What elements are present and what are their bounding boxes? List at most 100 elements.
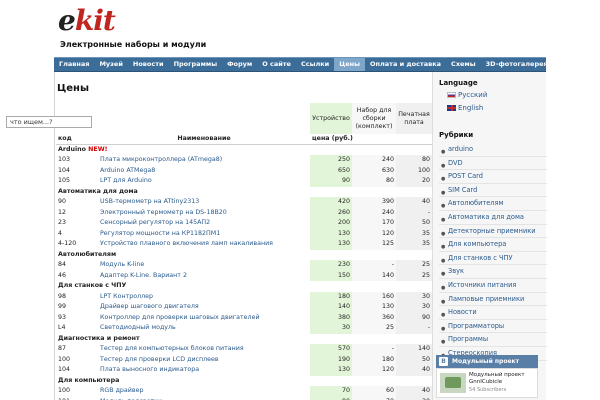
table-row: 23 Сенсорный регулятор на 145АП2 200 170 50	[56, 218, 432, 229]
main-content: Цены Устройство Набор для сборки (компле…	[54, 72, 432, 400]
price-pcb: 20	[396, 396, 432, 400]
category-row: Для компьютера	[56, 375, 432, 386]
item-name-link[interactable]: Тестер для компьютерных блоков питания	[98, 344, 310, 355]
price-kit: 130	[352, 302, 396, 313]
rubric-list: ● arduino ● DVD ● POST Card ● SIM Card ● Автолюби…	[439, 143, 547, 361]
price-pcb: 30	[396, 291, 432, 302]
item-name-link[interactable]: Модуль K-line	[98, 260, 310, 271]
rubric-link[interactable]: ● Звук	[439, 265, 547, 279]
site-tagline: Электронные наборы и модули	[60, 40, 207, 49]
rubric-link[interactable]: ● Новости	[439, 306, 547, 320]
rubric-link[interactable]: ● POST Card	[439, 170, 547, 184]
rubric-link[interactable]: ● Программы	[439, 333, 547, 347]
table-row: 87 Тестер для компьютерных блоков питания…	[56, 344, 432, 355]
nav-item-0[interactable]: Главная	[54, 58, 94, 71]
rubric-link[interactable]: ● Программаторы	[439, 320, 547, 334]
lang-en-link[interactable]: English	[447, 104, 483, 112]
rubric-label: Источники питания	[448, 280, 517, 289]
site-logo[interactable]: ekit	[58, 4, 116, 37]
vk-group-title[interactable]: Модульный проект GnnICubicle	[469, 372, 537, 386]
rubric-link[interactable]: ● Для компьютера	[439, 238, 547, 252]
price-kit: 25	[352, 323, 396, 334]
price-device: 30	[310, 323, 352, 334]
item-name-link[interactable]: Arduino ATMega8	[98, 166, 310, 177]
price-device: 200	[310, 218, 352, 229]
table-row: 104 Arduino ATMega8 650 630 100	[56, 165, 432, 177]
item-name-link[interactable]: Светодиодный модуль	[98, 323, 310, 334]
item-code: 100	[58, 387, 71, 395]
item-name-link[interactable]: Плата микроконтроллера (ATmega8)	[98, 155, 310, 166]
lang-ru-label: Русский	[458, 91, 488, 99]
item-name-link[interactable]: Адаптер K-Line. Вариант 2	[98, 271, 310, 282]
item-code: 90	[58, 198, 67, 206]
nav-item-1[interactable]: Музей	[94, 58, 127, 71]
item-name-link[interactable]: Тестер для проверки LCD дисплеев	[98, 355, 310, 366]
nav-item-6[interactable]: Ссылки	[296, 58, 334, 71]
item-code: 101	[56, 397, 98, 400]
col-pcb-header: Печатная плата	[396, 103, 432, 134]
item-name-link[interactable]: Плата выносного индикатора	[98, 365, 310, 376]
price-pcb: 30	[396, 302, 432, 313]
rubric-link[interactable]: ● Детекторные приемники	[439, 225, 547, 239]
item-name-link[interactable]: Сенсорный регулятор на 145АП2	[98, 218, 310, 229]
rubric-link[interactable]: ● arduino	[439, 143, 547, 157]
price-pcb: 90	[396, 312, 432, 323]
rubric-link[interactable]: ● Ламповые приемники	[439, 293, 547, 307]
rubric-link[interactable]: ● SIM Card	[439, 184, 547, 198]
language-heading: Language	[439, 79, 478, 87]
item-code: 99	[58, 303, 67, 311]
rubric-link[interactable]: ● Автоматика для дома	[439, 211, 547, 225]
rubric-link[interactable]: ● DVD	[439, 157, 547, 171]
logo-e: e	[58, 4, 76, 37]
price-device: 180	[310, 291, 352, 302]
lang-ru-link[interactable]: Русский	[447, 91, 487, 99]
col-price-header: цена (руб.)	[310, 134, 432, 145]
price-device: 420	[310, 197, 352, 208]
price-pcb: 35	[396, 228, 432, 239]
table-row: 104 Плата выносного индикатора 130 120 40	[56, 365, 432, 376]
price-kit: 60	[352, 386, 396, 397]
table-row: 103 Плата микроконтроллера (ATmega8) 250 24…	[56, 155, 432, 166]
vk-widget[interactable]: В Модульный проект Gnn... Модульный прое…	[436, 355, 538, 400]
nav-item-9[interactable]: Схемы	[446, 58, 481, 71]
rubric-link[interactable]: ● Источники питания	[439, 279, 547, 293]
item-name-link[interactable]: LPT для Arduino	[98, 176, 310, 187]
item-name-link[interactable]: Контроллер для проверки шаговых двигател…	[98, 313, 310, 324]
nav-item-8[interactable]: Оплата и доставка	[365, 58, 446, 71]
nav-item-5[interactable]: О сайте	[257, 58, 296, 71]
english-flag-icon	[447, 105, 456, 111]
nav-item-4[interactable]: Форум	[222, 58, 257, 71]
price-table: Устройство Набор для сборки (комплект) П…	[56, 103, 432, 400]
table-row: 105 LPT для Arduino 90 80 20	[56, 176, 432, 187]
item-name-link[interactable]: Драйвер шагового двигателя	[98, 302, 310, 313]
category-row: Arduino NEW!	[56, 144, 432, 155]
rubric-label: Ламповые приемники	[448, 294, 525, 303]
price-device: 130	[310, 365, 352, 376]
nav-item-2[interactable]: Новости	[128, 58, 169, 71]
price-kit: 240	[352, 207, 396, 218]
item-code: 103	[58, 156, 71, 164]
price-pcb: -	[396, 207, 432, 218]
search-input[interactable]	[6, 116, 92, 128]
rubric-link[interactable]: ● Для станков с ЧПУ	[439, 252, 547, 266]
item-name-link[interactable]: USB-термометр на ATtiny2313	[98, 197, 310, 208]
item-name-link[interactable]: Устройство плавного включения ламп накал…	[98, 239, 310, 250]
price-device: 190	[310, 354, 352, 365]
item-name-link[interactable]: LPT Контроллер	[98, 292, 310, 303]
category-row: Диагностика и ремонт	[56, 333, 432, 344]
rubric-link[interactable]: ● Автолюбителям	[439, 197, 547, 211]
nav-item-7[interactable]: Цены	[334, 58, 366, 71]
item-name-link[interactable]: Регулятор мощности на КР1182ПМ1	[98, 229, 310, 240]
table-row: 84 Модуль K-line 230-25	[56, 260, 432, 271]
item-name-link[interactable]: Модуль подсветки	[98, 397, 310, 400]
category-name: Для компьютера	[58, 376, 120, 384]
item-code: 12	[58, 208, 67, 216]
item-name-link[interactable]: RGB драйвер	[98, 386, 310, 397]
nav-item-10[interactable]: 3D-фотогалерея	[481, 58, 553, 71]
nav-item-3[interactable]: Программы	[169, 58, 223, 71]
price-kit: 125	[352, 239, 396, 250]
item-name-link[interactable]: Электронный термометр на DS-18B20	[98, 208, 310, 219]
rubric-label: arduino	[448, 145, 474, 153]
rubric-label: SIM Card	[448, 185, 478, 194]
vk-logo-icon: В	[439, 357, 448, 366]
